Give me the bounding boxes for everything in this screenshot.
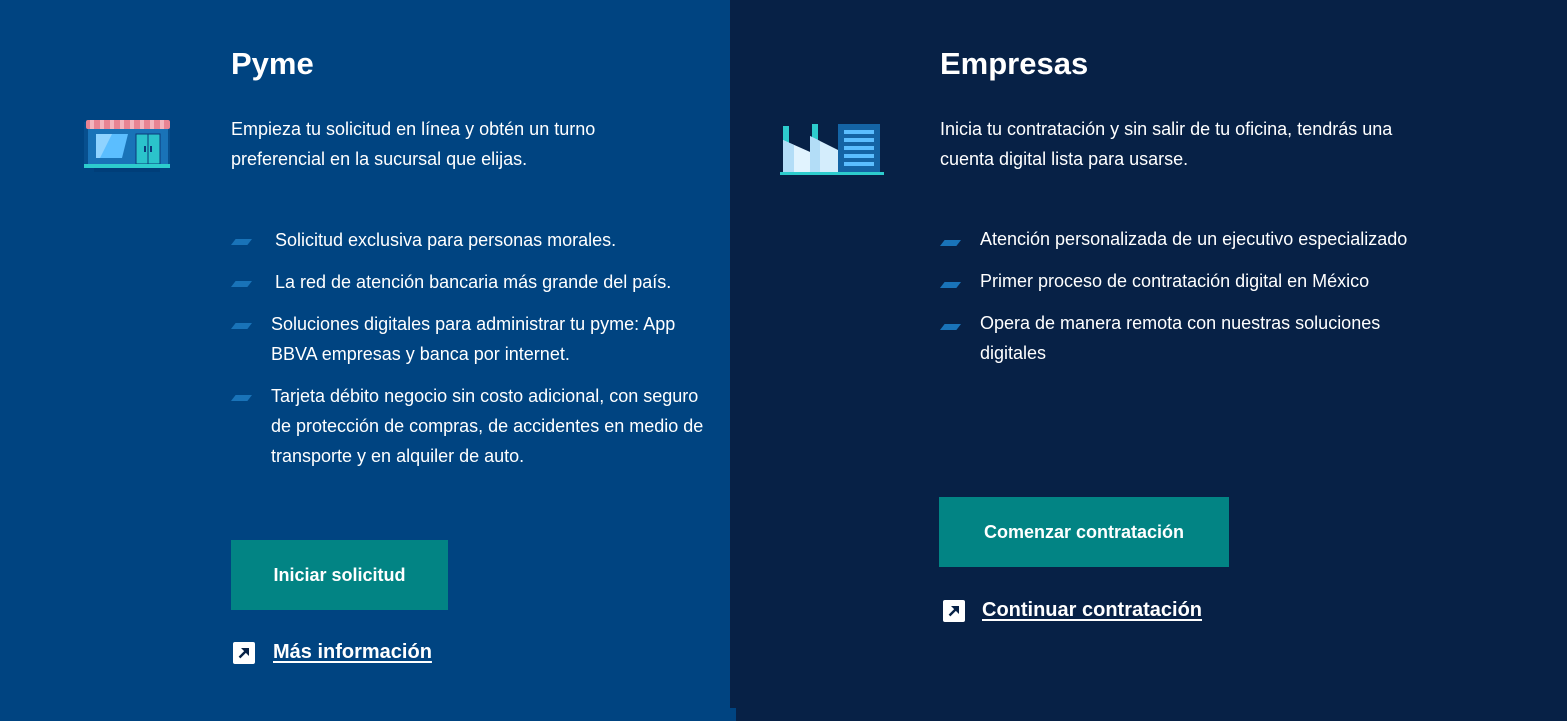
mas-informacion-link[interactable]: Más información: [233, 641, 432, 664]
pyme-description: Empieza tu solicitud en línea y obtén un…: [231, 119, 596, 169]
mas-informacion-label: Más información: [273, 641, 432, 663]
store-icon: [82, 116, 172, 174]
list-item-text: Tarjeta débito negocio sin costo adicion…: [271, 386, 704, 466]
list-item: Tarjeta débito negocio sin costo adicion…: [231, 381, 711, 471]
list-item-text: Atención personalizada de un ejecutivo e…: [980, 229, 1408, 249]
continuar-contratacion-link[interactable]: Continuar contratación: [943, 599, 1202, 622]
list-item: Soluciones digitales para administrar tu…: [231, 309, 711, 369]
list-item-text: Opera de manera remota con nuestras solu…: [980, 313, 1381, 363]
parallelogram-bullet-icon: [231, 239, 252, 245]
comenzar-contratacion-button[interactable]: Comenzar contratación: [939, 497, 1229, 567]
list-item-text: Soluciones digitales para administrar tu…: [271, 314, 676, 364]
list-item: La red de atención bancaria más grande d…: [231, 267, 711, 297]
factory-icon: [780, 116, 884, 176]
list-item: Primer proceso de contratación digital e…: [940, 266, 1420, 296]
list-item: Opera de manera remota con nuestras solu…: [940, 308, 1420, 368]
parallelogram-bullet-icon: [231, 395, 252, 401]
empresas-title: Empresas: [940, 46, 1089, 81]
parallelogram-bullet-icon: [231, 323, 252, 329]
iniciar-solicitud-button[interactable]: Iniciar solicitud: [231, 540, 448, 610]
list-item-text: Primer proceso de contratación digital e…: [980, 271, 1370, 291]
empresas-description: Inicia tu contratación y sin salir de tu…: [940, 119, 1393, 169]
parallelogram-bullet-icon: [940, 324, 961, 330]
external-arrow-icon: [943, 599, 965, 622]
external-arrow-icon: [233, 641, 255, 664]
pyme-benefits-list: Solicitud exclusiva para personas morale…: [231, 225, 711, 483]
panel-divider: [730, 708, 736, 721]
list-item-text: La red de atención bancaria más grande d…: [275, 272, 672, 292]
pyme-title: Pyme: [231, 46, 314, 81]
parallelogram-bullet-icon: [231, 281, 252, 287]
empresas-benefits-list: Atención personalizada de un ejecutivo e…: [940, 224, 1420, 380]
list-item-text: Solicitud exclusiva para personas morale…: [275, 230, 617, 250]
list-item: Atención personalizada de un ejecutivo e…: [940, 224, 1420, 254]
continuar-contratacion-label: Continuar contratación: [982, 599, 1203, 621]
parallelogram-bullet-icon: [940, 282, 961, 288]
parallelogram-bullet-icon: [940, 240, 961, 246]
list-item: Solicitud exclusiva para personas morale…: [231, 225, 711, 255]
